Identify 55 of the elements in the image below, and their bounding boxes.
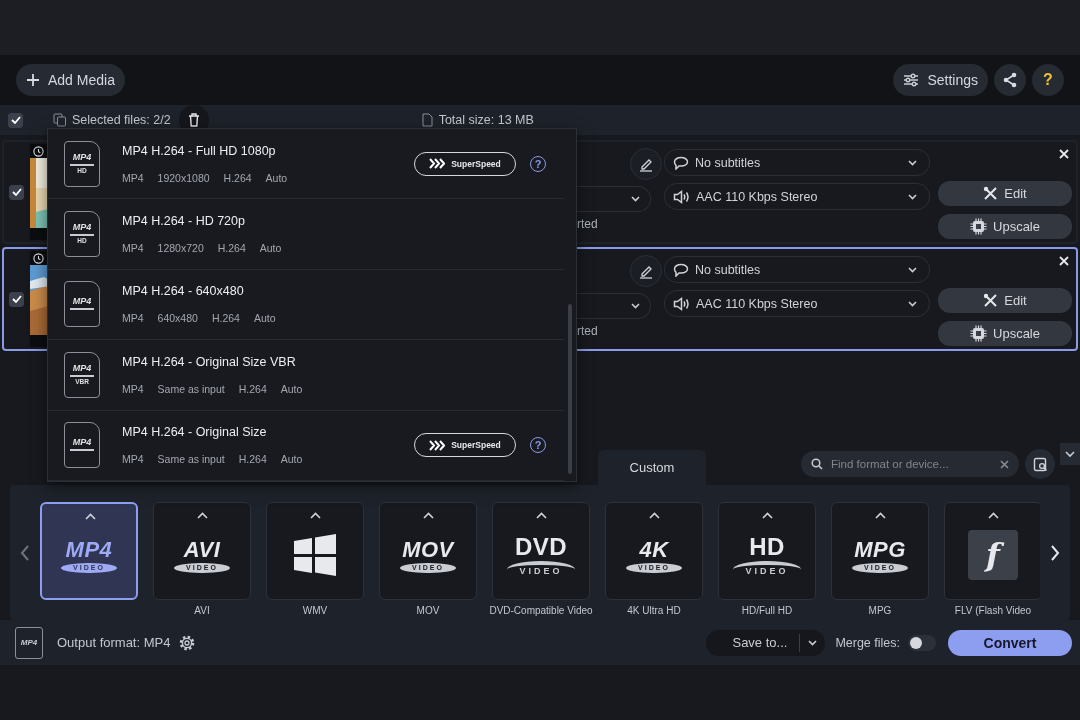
preset-title: MP4 H.264 - HD 720p [122,214,246,229]
logo-text: 4K [639,538,669,561]
preset-spec: Same as input [157,382,225,395]
flash-logo: f [968,530,1018,580]
preset-spec: MP4 [122,382,144,395]
logo-text: DVD [514,534,568,559]
format-label: 4K Ultra HD [627,605,681,616]
selected-files-label: Selected files: 2/2 [72,113,171,127]
icon-text: MP4 [72,152,92,162]
preset-spec: 640x480 [157,312,198,325]
format-label: WMV [302,605,328,616]
logo-text: HD [749,534,785,559]
video-label: VIDEO [733,560,801,578]
status-text: rted [577,216,598,233]
merge-files-label: Merge files: [835,635,900,650]
format-label: MPG [868,605,892,616]
icon-text: MP4 [72,437,92,447]
icon-text: MP4 [72,296,92,306]
preset-spec: H.264 [211,312,240,325]
preset-spec: Auto [253,312,276,325]
icon-text: MP4 [72,223,92,233]
preset-title: MP4 H.264 - Original Size VBR [122,354,297,369]
format-label: AVI [194,605,210,616]
total-size-label: Total size: 13 MB [438,113,534,127]
logo-text: MP4 [65,538,113,561]
preset-spec: H.264 [238,453,267,466]
preset-spec: Auto [280,453,303,466]
preset-spec: MP4 [122,312,144,325]
logo-text: MOV [402,538,454,561]
preset-spec: MP4 [122,242,144,255]
preset-spec: H.264 [238,382,267,395]
preset-spec: H.264 [217,242,246,255]
format-label: DVD-Compatible Video [489,605,593,616]
output-format-label: Output format: MP4 [57,635,171,650]
icon-text: MP4 [20,638,38,647]
preset-spec: Auto [280,382,303,395]
preset-spec: Auto [259,242,282,255]
icon-text: MP4 [72,364,92,374]
format-label: MOV [416,605,440,616]
preset-spec: H.264 [223,171,252,184]
preset-spec: MP4 [122,171,144,184]
preset-spec: 1280x720 [157,242,204,255]
preset-spec: Auto [265,171,288,184]
status-text: rted [577,323,598,340]
preset-title: MP4 H.264 - 640x480 [122,284,245,299]
logo-text: AVI [183,538,221,561]
preset-title: MP4 H.264 - Full HD 1080p [122,143,277,158]
format-label: FLV (Flash Video [954,605,1032,616]
logo-text: MPG [854,538,906,561]
preset-spec: MP4 [122,453,144,466]
format-label: HD/Full HD [741,605,793,616]
preset-spec: Same as input [157,453,225,466]
preset-spec: 1920x1080 [157,171,210,184]
preset-title: MP4 H.264 - Original Size [122,425,268,440]
video-label: VIDEO [507,560,575,578]
